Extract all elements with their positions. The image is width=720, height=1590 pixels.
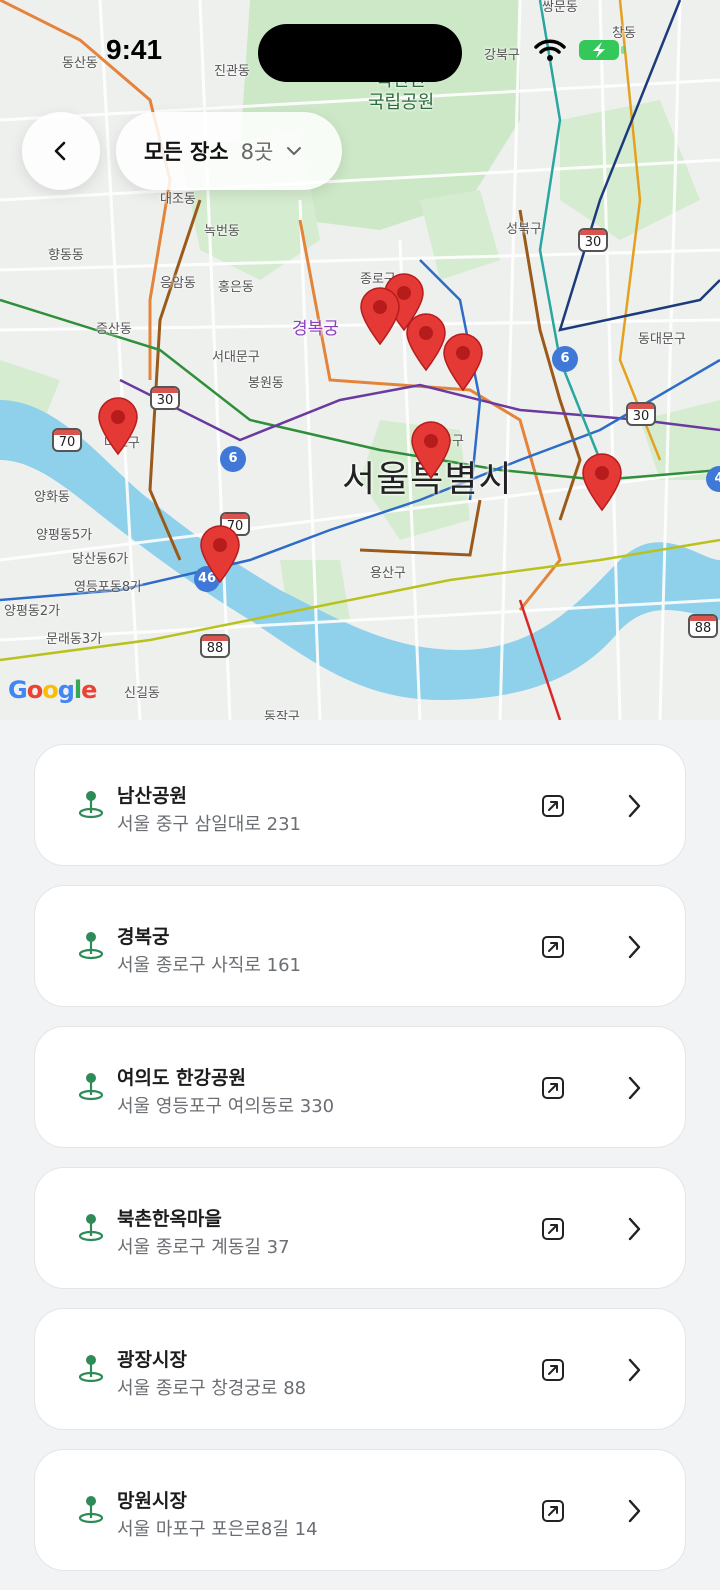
place-name: 망원시장 xyxy=(117,1490,187,1512)
wifi-icon xyxy=(534,39,566,61)
map-label: 향동동 xyxy=(48,248,84,263)
map-label: 강북구 xyxy=(484,48,520,63)
place-address: 서울 종로구 창경궁로 88 xyxy=(117,1378,307,1399)
road-shield: 70 xyxy=(52,428,82,452)
map-label: 녹번동 xyxy=(204,224,240,239)
chevron-left-icon xyxy=(54,141,66,161)
map-label: 홍은동 xyxy=(218,280,254,295)
map-view[interactable]: 동산동 진관동 강북구 쌍문동 창동 대조동 녹번동 성북구 향동동 응암동 홍… xyxy=(0,0,720,720)
map-marker[interactable] xyxy=(96,396,140,456)
map-label: 동작구 xyxy=(264,710,300,720)
map-label: 응암동 xyxy=(160,276,196,291)
map-label: 증산동 xyxy=(96,322,132,337)
map-label: 서대문구 xyxy=(212,350,260,365)
chevron-right-icon xyxy=(628,1076,641,1100)
location-pin-icon xyxy=(78,932,104,960)
external-link-icon[interactable] xyxy=(541,935,565,959)
map-label: 당산동6가 xyxy=(72,552,129,567)
road-shield: 30 xyxy=(150,386,180,410)
battery-charging-icon xyxy=(579,40,625,60)
chevron-right-icon xyxy=(628,1358,641,1382)
location-pin-icon xyxy=(78,791,104,819)
road-shield: 30 xyxy=(578,228,608,252)
place-name: 남산공원 xyxy=(117,785,187,807)
road-shield: 88 xyxy=(200,634,230,658)
dynamic-island xyxy=(258,24,462,82)
map-label: 동산동 xyxy=(62,56,98,71)
map-base xyxy=(0,0,720,720)
location-pin-icon xyxy=(78,1214,104,1242)
chevron-down-icon xyxy=(287,147,302,155)
chevron-right-icon xyxy=(628,1217,641,1241)
map-label: 봉원동 xyxy=(248,376,284,391)
external-link-icon[interactable] xyxy=(541,1499,565,1523)
map-marker[interactable] xyxy=(358,286,402,346)
place-name: 경복궁 xyxy=(117,926,170,948)
back-button[interactable] xyxy=(22,112,100,190)
place-card[interactable]: 남산공원 서울 중구 삼일대로 231 xyxy=(34,744,686,866)
map-label: 쌍문동 xyxy=(542,0,578,15)
place-card[interactable]: 경복궁 서울 종로구 사직로 161 xyxy=(34,885,686,1007)
chevron-right-icon xyxy=(628,794,641,818)
map-label: 성북구 xyxy=(506,222,542,237)
map-label: 양평동2가 xyxy=(4,604,61,619)
external-link-icon[interactable] xyxy=(541,1076,565,1100)
map-label: 용산구 xyxy=(370,566,406,581)
place-name: 여의도 한강공원 xyxy=(117,1067,246,1089)
place-card[interactable]: 광장시장 서울 종로구 창경궁로 88 xyxy=(34,1308,686,1430)
place-filter-dropdown[interactable]: 모든 장소 8곳 xyxy=(116,112,342,190)
route-badge: 6 xyxy=(552,346,578,372)
external-link-icon[interactable] xyxy=(541,794,565,818)
map-label: 양화동 xyxy=(34,490,70,505)
place-address: 서울 마포구 포은로8길 14 xyxy=(117,1519,318,1540)
map-label: 문래동3가 xyxy=(46,632,103,647)
road-shield: 30 xyxy=(626,402,656,426)
chevron-right-icon xyxy=(628,935,641,959)
status-icons xyxy=(534,38,626,62)
place-card[interactable]: 북촌한옥마을 서울 종로구 계동길 37 xyxy=(34,1167,686,1289)
place-address: 서울 종로구 사직로 161 xyxy=(117,955,302,976)
map-marker[interactable] xyxy=(409,420,453,480)
location-pin-icon xyxy=(78,1073,104,1101)
place-name: 북촌한옥마을 xyxy=(117,1208,222,1230)
map-marker[interactable] xyxy=(580,452,624,512)
route-badge: 6 xyxy=(220,446,246,472)
chevron-right-icon xyxy=(628,1499,641,1523)
place-address: 서울 중구 삼일대로 231 xyxy=(117,814,302,835)
filter-title: 모든 장소 xyxy=(144,140,229,164)
external-link-icon[interactable] xyxy=(541,1217,565,1241)
place-card[interactable]: 망원시장 서울 마포구 포은로8길 14 xyxy=(34,1449,686,1571)
location-pin-icon xyxy=(78,1496,104,1524)
location-pin-icon xyxy=(78,1355,104,1383)
status-time: 9:41 xyxy=(106,34,163,65)
map-label: 영등포동8가 xyxy=(74,580,143,595)
poi-label: 경복궁 xyxy=(292,319,339,339)
map-label: 신길동 xyxy=(124,686,160,701)
place-address: 서울 종로구 계동길 37 xyxy=(117,1237,290,1258)
place-list: 남산공원 서울 중구 삼일대로 231 경복궁 서울 종로구 사직로 161 여… xyxy=(34,744,686,1590)
filter-count: 8곳 xyxy=(240,140,274,164)
map-label: 대조동 xyxy=(160,192,196,207)
map-label: 진관동 xyxy=(214,64,250,79)
map-marker[interactable] xyxy=(198,524,242,584)
place-name: 광장시장 xyxy=(117,1349,187,1371)
map-label: 양평동5가 xyxy=(36,528,93,543)
road-shield: 88 xyxy=(688,614,718,638)
place-card[interactable]: 여의도 한강공원 서울 영등포구 여의동로 330 xyxy=(34,1026,686,1148)
external-link-icon[interactable] xyxy=(541,1358,565,1382)
place-address: 서울 영등포구 여의동로 330 xyxy=(117,1096,335,1117)
map-marker[interactable] xyxy=(441,332,485,392)
map-label: 동대문구 xyxy=(638,332,686,347)
google-attribution: Google xyxy=(8,676,97,704)
